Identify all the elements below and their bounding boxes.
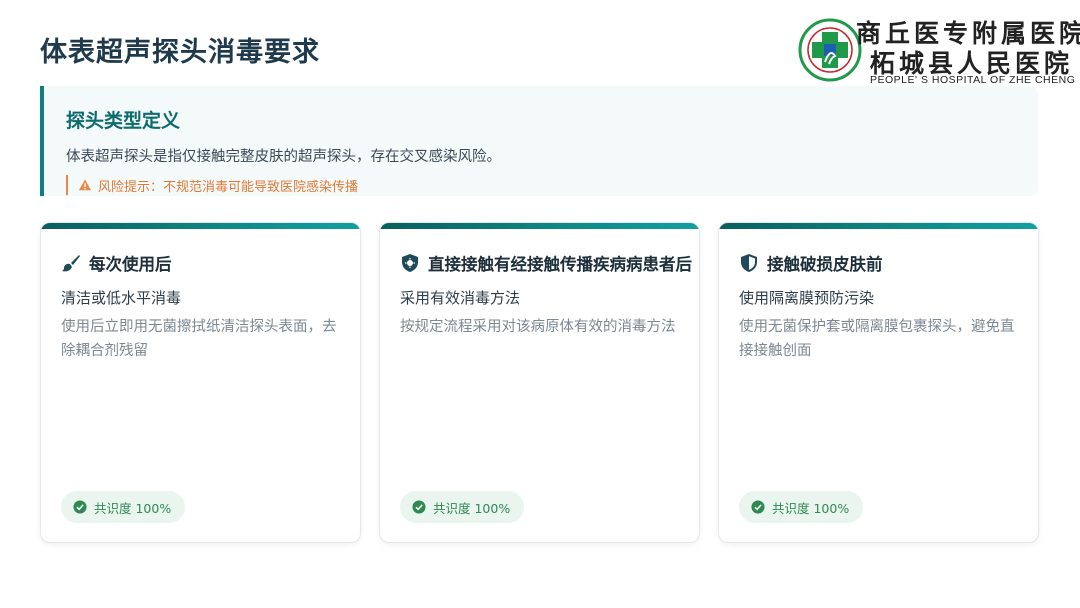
- card-description: 使用后立即用无菌擦拭纸清洁探头表面，去除耦合剂残留: [61, 319, 337, 359]
- logo-name-english: PEOPLE' S HOSPITAL OF ZHE CHENG: [870, 74, 1076, 86]
- hospital-logo: 商丘医专附属医院 柘城县人民医院 PEOPLE' S HOSPITAL OF Z…: [798, 12, 1080, 92]
- risk-text: 风险提示：不规范消毒可能导致医院感染传播: [98, 179, 359, 195]
- shield-virus-icon: [402, 254, 418, 272]
- card-title: 接触破损皮肤前: [767, 255, 883, 274]
- consensus-badge: 共识度 100%: [400, 491, 525, 523]
- warning-icon: [78, 179, 92, 191]
- card-subtitle: 使用隔离膜预防污染: [739, 289, 875, 307]
- card-title: 每次使用后: [89, 255, 172, 274]
- shield-icon: [741, 254, 757, 272]
- check-circle-icon: [751, 500, 765, 514]
- card-before-broken-skin: 接触破损皮肤前 使用隔离膜预防污染 使用无菌保护套或隔离膜包裹探头，避免直接接触…: [718, 222, 1039, 543]
- card-header: 直接接触有经接触传播疾病病患者后: [400, 251, 692, 275]
- check-circle-icon: [412, 500, 426, 514]
- definition-text: 体表超声探头是指仅接触完整皮肤的超声探头，存在交叉感染风险。: [66, 149, 501, 165]
- definition-box: 探头类型定义 体表超声探头是指仅接触完整皮肤的超声探头，存在交叉感染风险。 风险…: [40, 86, 1038, 196]
- hospital-emblem-icon: [798, 18, 862, 82]
- card-title: 直接接触有经接触传播疾病病患者后: [428, 255, 692, 274]
- badge-text: 共识度 100%: [433, 500, 511, 516]
- card-description: 使用无菌保护套或隔离膜包裹探头，避免直接接触创面: [739, 319, 1015, 359]
- check-circle-icon: [73, 500, 87, 514]
- card-subtitle: 采用有效消毒方法: [400, 289, 521, 307]
- card-description: 按规定流程采用对该病原体有效的消毒方法: [400, 319, 676, 335]
- consensus-badge: 共识度 100%: [61, 491, 186, 523]
- consensus-badge: 共识度 100%: [739, 491, 864, 523]
- badge-text: 共识度 100%: [94, 500, 172, 516]
- brush-icon: [62, 255, 80, 272]
- risk-notice: 风险提示：不规范消毒可能导致医院感染传播: [66, 175, 358, 195]
- page-title: 体表超声探头消毒要求: [40, 37, 320, 68]
- card-after-each-use: 每次使用后 清洁或低水平消毒 使用后立即用无菌擦拭纸清洁探头表面，去除耦合剂残留…: [40, 222, 361, 543]
- card-header: 接触破损皮肤前: [739, 251, 883, 275]
- card-header: 每次使用后: [61, 251, 172, 275]
- badge-text: 共识度 100%: [772, 500, 850, 516]
- definition-title: 探头类型定义: [66, 110, 181, 132]
- card-after-contact-disease: 直接接触有经接触传播疾病病患者后 采用有效消毒方法 按规定流程采用对该病原体有效…: [379, 222, 700, 543]
- card-subtitle: 清洁或低水平消毒: [61, 289, 182, 307]
